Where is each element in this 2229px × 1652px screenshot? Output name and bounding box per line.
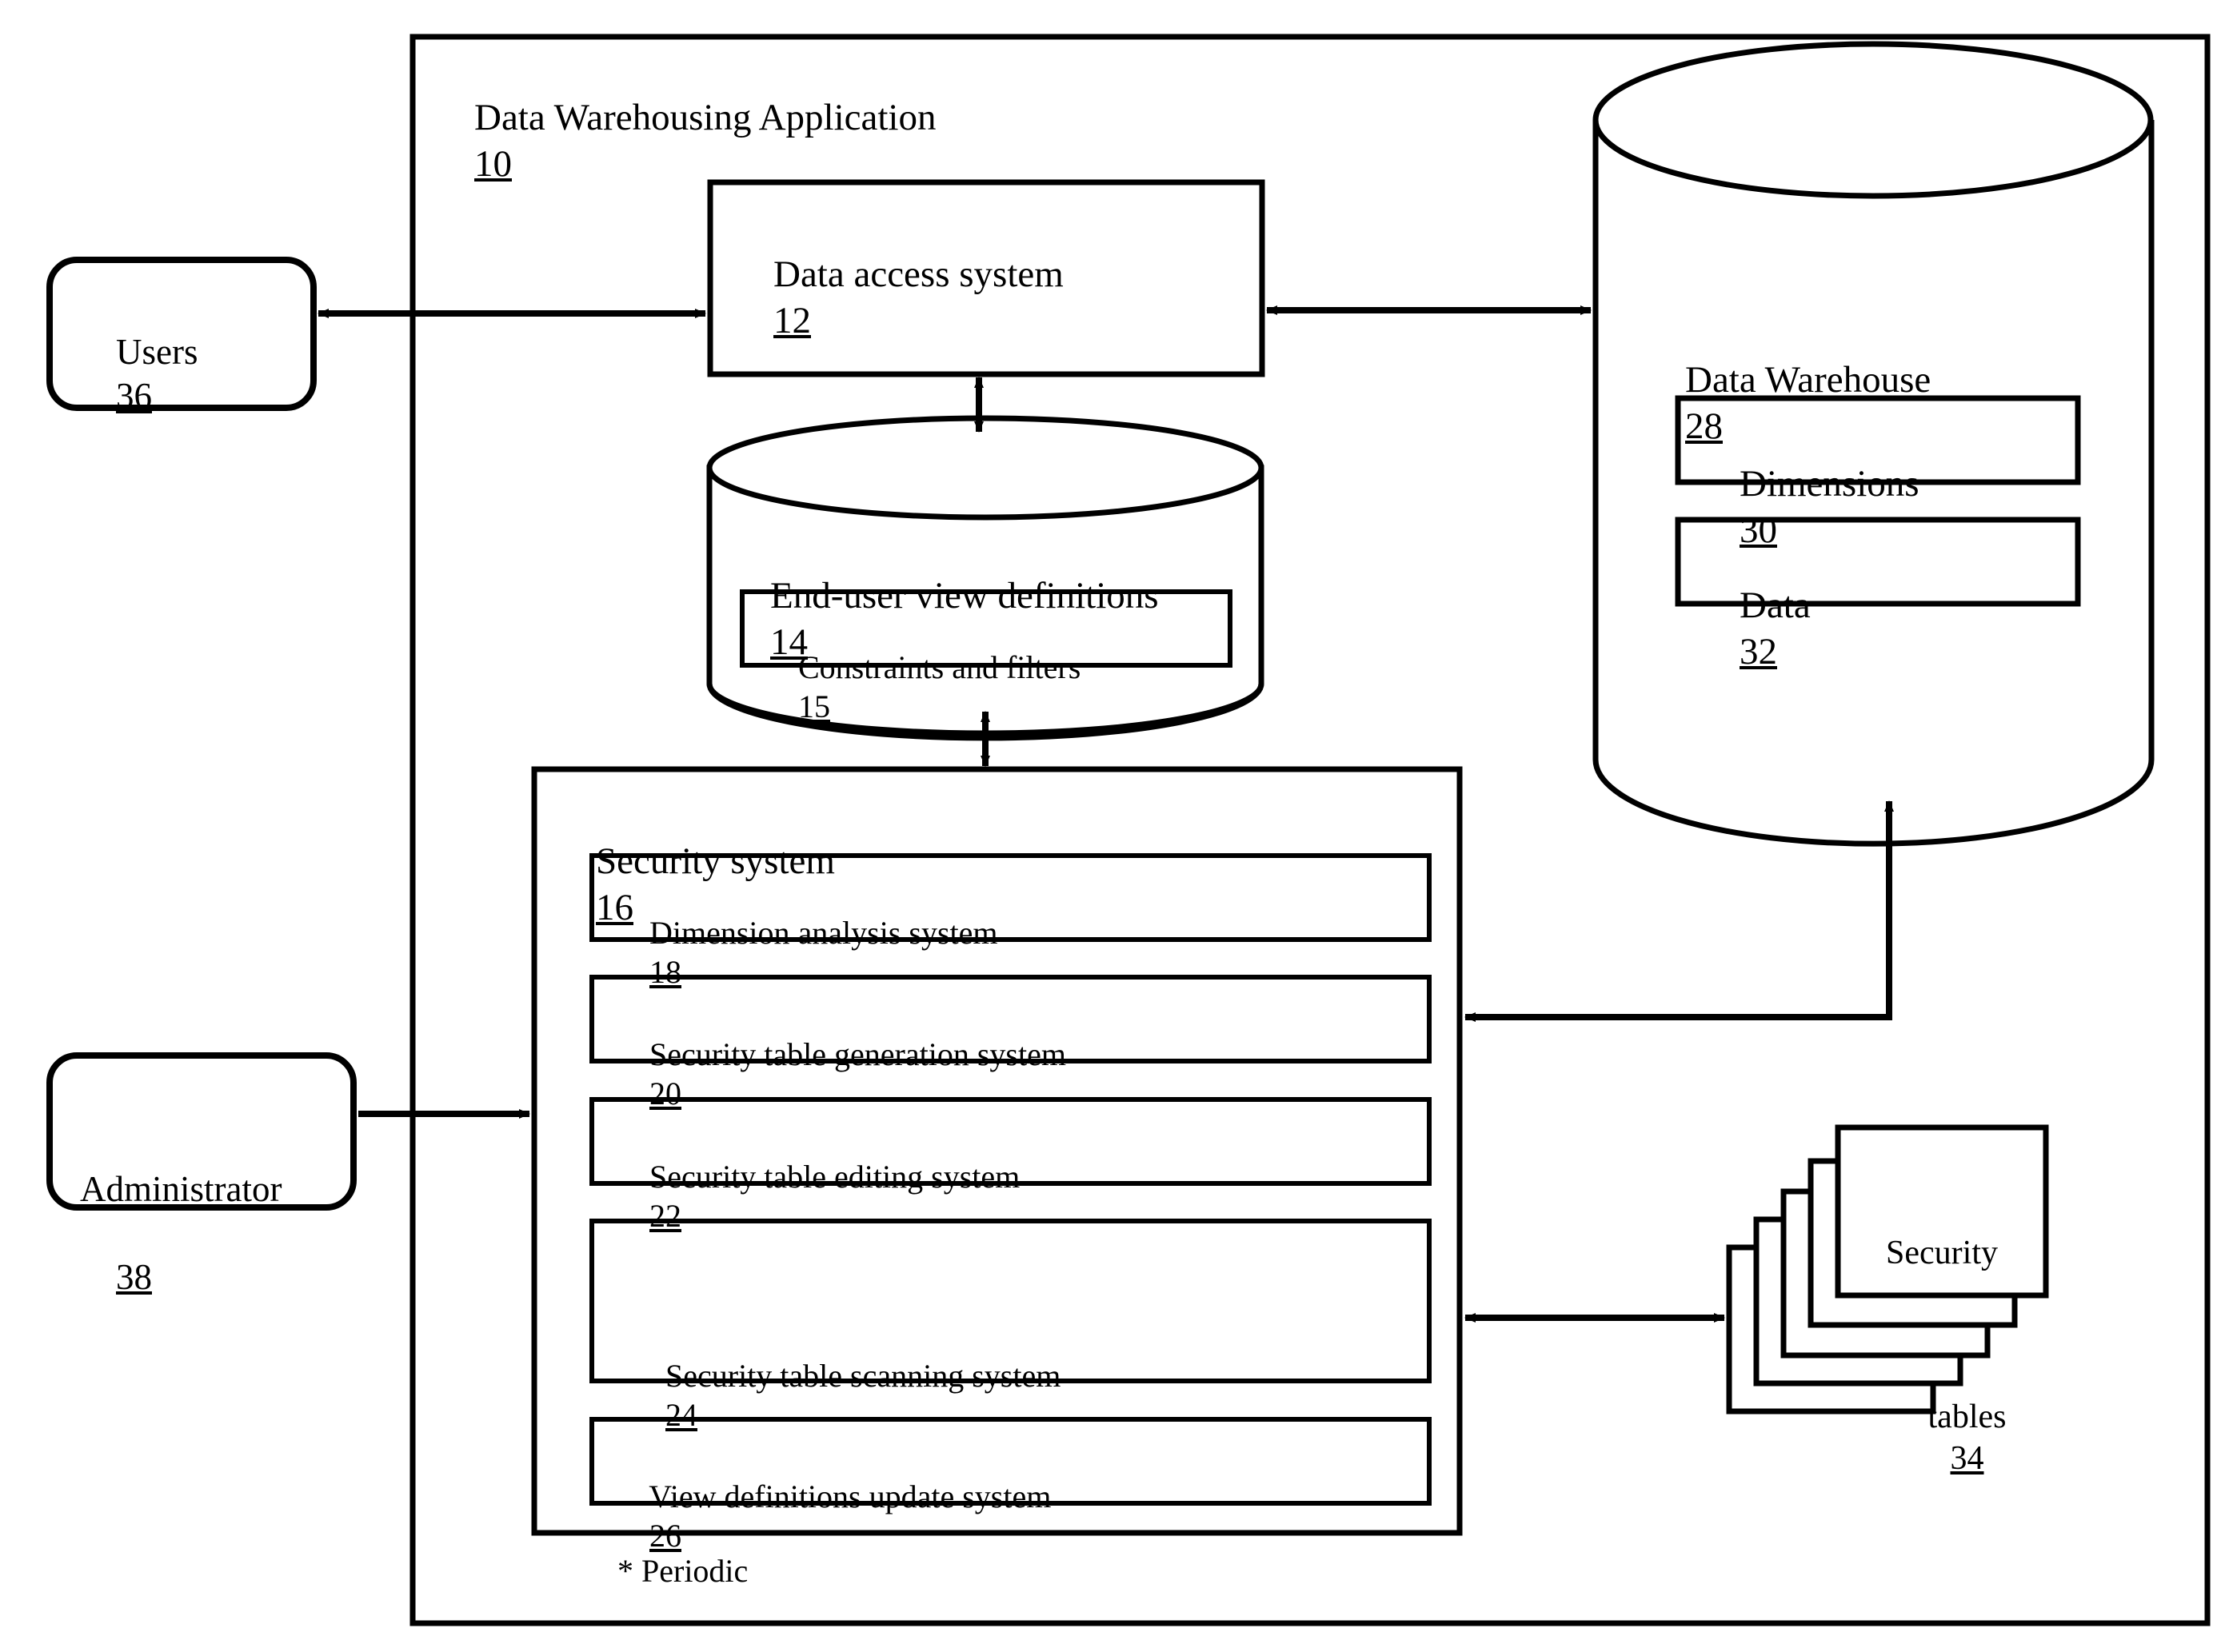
security-tables-label-line2-wrap: tables 34 (1840, 1356, 2044, 1520)
administrator-label-text: Administrator (80, 1168, 282, 1209)
module-label-18-ref: 18 (649, 953, 681, 990)
security-tables-label: Security tables 34 (1840, 1151, 2044, 1602)
data-access-label-ref: 12 (773, 299, 811, 341)
module-label-20-text: Security table generation system (649, 1035, 1066, 1072)
application-title-text: Data Warehousing Application (474, 97, 937, 139)
data-access-label-text: Data access system (773, 253, 1064, 296)
users-label: Users 36 (80, 286, 198, 462)
application-title: Data Warehousing Application 10 (437, 50, 937, 233)
patent-figure-canvas: Data Warehousing Application 10 Users 36… (0, 0, 2229, 1652)
administrator-label-ref: 38 (116, 1256, 152, 1297)
module-label-24-text: Security table scanning system (665, 1358, 1061, 1395)
module-label-26-ref: 26 (649, 1517, 681, 1554)
module-label-26-text: View definitions update system (649, 1478, 1052, 1514)
security-tables-label-line1: Security (1886, 1235, 1998, 1272)
users-label-ref: 36 (116, 375, 152, 416)
application-title-ref: 10 (474, 142, 512, 185)
dimensions-label-text: Dimensions (1740, 463, 1919, 505)
data-warehouse-label-text: Data Warehouse (1685, 359, 1931, 401)
module-label-22-text: Security table editing system (649, 1158, 1021, 1195)
data-label-text: Data (1740, 585, 1811, 627)
security-tables-label-line2: tables (1927, 1399, 2007, 1436)
users-label-text: Users (116, 331, 198, 372)
module-label-20-ref: 20 (649, 1075, 681, 1111)
data-access-label: Data access system 12 (736, 206, 1064, 389)
module-label-26: View definitions update system 26 (617, 1439, 1051, 1594)
module-label-22-ref: 22 (649, 1197, 681, 1234)
module-label-18-text: Dimension analysis system (649, 914, 998, 951)
view-definitions-cylinder-top (706, 415, 1264, 521)
data-label: Data 32 (1702, 537, 1811, 720)
constraints-filters-label: Constraints and filters 15 (766, 609, 1081, 765)
data-warehouse-cylinder-top (1592, 41, 2154, 199)
arrow-warehouse-security-system (1464, 800, 1894, 1022)
administrator-label: Administrator 38 (80, 1079, 352, 1343)
module-label-24-ref: 24 (665, 1397, 697, 1434)
constraints-filters-label-text: Constraints and filters (798, 648, 1081, 685)
constraints-filters-label-ref: 15 (798, 688, 830, 724)
data-warehouse-cylinder-bottom (1592, 759, 2155, 847)
security-tables-label-ref: 34 (1950, 1439, 1984, 1477)
data-label-ref: 32 (1740, 630, 1777, 672)
